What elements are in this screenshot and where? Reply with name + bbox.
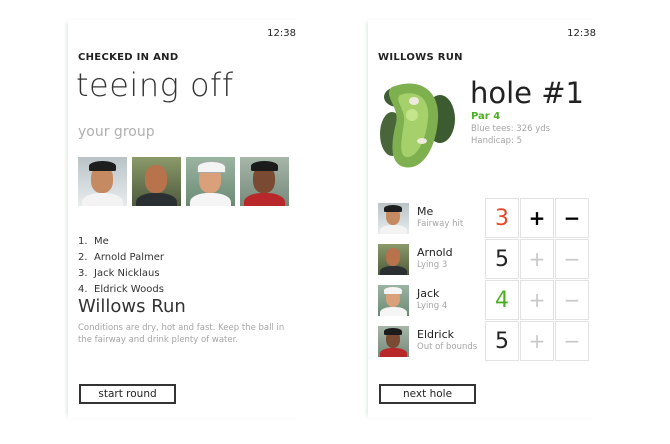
increment-score-button[interactable]: +	[520, 239, 554, 279]
player-name: Eldrick	[417, 328, 454, 341]
player-name: Jack Nicklaus	[94, 268, 160, 279]
hole-scoring-screen: 12:38 WILLOWS RUN hole #1 Par 4 Blue tee…	[368, 20, 600, 418]
player-name: Me	[417, 205, 434, 218]
status-clock: 12:38	[267, 28, 296, 39]
list-item: 1. Me	[78, 236, 109, 247]
decrement-score-button[interactable]: −	[555, 198, 589, 238]
decrement-score-button[interactable]: −	[555, 321, 589, 361]
avatar	[378, 326, 409, 357]
score-value: 5	[485, 321, 519, 361]
section-label-your-group: your group	[78, 124, 155, 140]
player-name: Eldrick Woods	[94, 284, 164, 295]
course-conditions: Conditions are dry, hot and fast. Keep t…	[78, 323, 285, 345]
hole-handicap: Handicap: 5	[471, 136, 522, 146]
score-row-eldrick: Eldrick Out of bounds 5 + −	[378, 321, 590, 362]
score-rows: Me Fairway hit 3 + − Arnold Lying 3 5 + …	[378, 198, 590, 362]
decrement-score-button[interactable]: −	[555, 239, 589, 279]
player-status: Out of bounds	[417, 342, 478, 352]
player-name: Jack	[417, 287, 440, 300]
group-photos	[78, 157, 289, 206]
list-item: 2. Arnold Palmer	[78, 252, 165, 263]
player-name: Arnold	[417, 246, 453, 259]
score-row-me: Me Fairway hit 3 + −	[378, 198, 590, 239]
increment-score-button[interactable]: +	[520, 321, 554, 361]
increment-score-button[interactable]: +	[520, 198, 554, 238]
player-list: 1. Me 2. Arnold Palmer 3. Jack Nicklaus 4. E…	[78, 234, 164, 298]
player-photo-arnold[interactable]	[132, 157, 181, 206]
page-title: teeing off	[76, 66, 234, 104]
score-value: 4	[485, 280, 519, 320]
hole-map-image	[378, 79, 460, 172]
player-status: Lying 3	[417, 260, 448, 270]
score-row-arnold: Arnold Lying 3 5 + −	[378, 239, 590, 280]
score-row-jack: Jack Lying 4 4 + −	[378, 280, 590, 321]
course-name: Willows Run	[78, 296, 186, 317]
player-status: Fairway hit	[417, 219, 464, 229]
app-title: CHECKED IN AND	[78, 52, 179, 63]
player-name: Me	[94, 236, 109, 247]
player-status: Lying 4	[417, 301, 448, 311]
player-photo-eldrick[interactable]	[240, 157, 289, 206]
next-hole-button[interactable]: next hole	[379, 384, 476, 404]
list-item: 3. Jack Nicklaus	[78, 268, 160, 279]
score-value: 3	[485, 198, 519, 238]
app-title: WILLOWS RUN	[378, 52, 463, 63]
hole-title: hole #1	[470, 76, 584, 110]
avatar	[378, 285, 409, 316]
player-photo-me[interactable]	[78, 157, 127, 206]
score-value: 5	[485, 239, 519, 279]
hole-blue-tees: Blue tees: 326 yds	[471, 124, 551, 134]
increment-score-button[interactable]: +	[520, 280, 554, 320]
hole-par: Par 4	[471, 111, 501, 122]
player-name: Arnold Palmer	[94, 252, 165, 263]
teeing-off-screen: 12:38 CHECKED IN AND teeing off your gro…	[68, 20, 300, 418]
avatar	[378, 244, 409, 275]
player-photo-jack[interactable]	[186, 157, 235, 206]
start-round-button[interactable]: start round	[79, 384, 176, 404]
decrement-score-button[interactable]: −	[555, 280, 589, 320]
avatar	[378, 203, 409, 234]
status-clock: 12:38	[567, 28, 596, 39]
